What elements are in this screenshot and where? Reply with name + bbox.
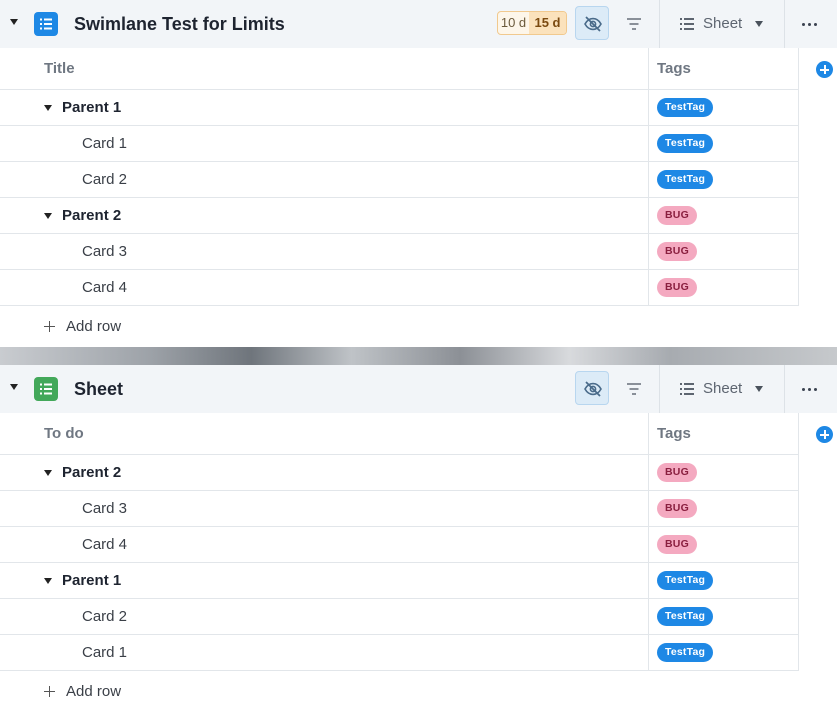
plus-icon: [44, 686, 55, 697]
swimlane-panel: Swimlane Test for Limits 10 d 15 d Sheet…: [0, 0, 837, 347]
add-row-label: Add row: [66, 683, 122, 700]
panel-title[interactable]: Sheet: [74, 377, 123, 401]
view-selector[interactable]: Sheet: [672, 10, 772, 38]
card-title: Card 4: [82, 536, 128, 553]
tag-badge[interactable]: BUG: [657, 206, 697, 225]
more-dot: [808, 388, 811, 391]
list-icon: [34, 377, 58, 401]
more-dot: [808, 23, 811, 26]
plus-icon: [44, 321, 55, 332]
panel-header: Sheet Sheet: [0, 365, 837, 413]
more-dot: [802, 23, 805, 26]
hide-fields-button[interactable]: [575, 6, 609, 40]
filter-icon: [627, 383, 641, 395]
toolbar-divider: [784, 0, 785, 48]
collapse-caret-icon[interactable]: [10, 19, 18, 25]
more-dot: [814, 23, 817, 26]
column-divider: [798, 413, 799, 671]
expand-caret-icon[interactable]: [44, 105, 52, 111]
group-row[interactable]: Parent 2 BUG: [0, 198, 798, 234]
list-view-icon: [680, 383, 694, 395]
toolbar-divider: [659, 0, 660, 48]
hide-fields-button[interactable]: [575, 371, 609, 405]
tag-badge[interactable]: BUG: [657, 535, 697, 554]
card-title: Card 3: [82, 500, 128, 517]
toolbar-divider: [784, 365, 785, 413]
tag-badge[interactable]: TestTag: [657, 134, 714, 153]
eye-off-icon: [584, 381, 602, 397]
tag-badge[interactable]: TestTag: [657, 643, 714, 662]
more-options-button[interactable]: [796, 10, 824, 38]
column-divider: [798, 48, 799, 306]
group-label: Parent 2: [62, 464, 122, 481]
card-title: Card 1: [82, 135, 128, 152]
tag-badge[interactable]: TestTag: [657, 98, 714, 117]
table-row[interactable]: Card 2 TestTag: [0, 599, 798, 635]
more-dot: [802, 388, 805, 391]
column-header-title[interactable]: Title: [44, 48, 75, 90]
background-strip: [0, 347, 837, 365]
table-row[interactable]: Card 2 TestTag: [0, 162, 798, 198]
more-options-button[interactable]: [796, 375, 824, 403]
tag-badge[interactable]: BUG: [657, 499, 697, 518]
add-row-label: Add row: [66, 318, 122, 335]
view-selector[interactable]: Sheet: [672, 375, 772, 403]
table-row[interactable]: Card 4 BUG: [0, 270, 798, 306]
card-title: Card 2: [82, 171, 128, 188]
tag-badge[interactable]: BUG: [657, 242, 697, 261]
tag-badge[interactable]: TestTag: [657, 607, 714, 626]
eye-off-icon: [584, 16, 602, 32]
group-label: Parent 2: [62, 207, 122, 224]
tag-badge[interactable]: BUG: [657, 278, 697, 297]
table-row[interactable]: Card 3 BUG: [0, 491, 798, 527]
list-icon: [34, 12, 58, 36]
toolbar-divider: [659, 365, 660, 413]
group-row[interactable]: Parent 1 TestTag: [0, 563, 798, 599]
group-label: Parent 1: [62, 572, 122, 589]
card-title: Card 1: [82, 644, 128, 661]
filter-icon: [627, 18, 641, 30]
table-row[interactable]: Card 1 TestTag: [0, 635, 798, 671]
sheet-panel: Sheet Sheet To do Tags Parent 2 BUG Card 3…: [0, 365, 837, 712]
filter-button[interactable]: [620, 375, 648, 403]
column-header-title[interactable]: To do: [44, 413, 84, 455]
card-title: Card 2: [82, 608, 128, 625]
card-title: Card 4: [82, 279, 128, 296]
chevron-down-icon: [755, 386, 763, 392]
list-view-icon: [680, 18, 694, 30]
panel-title[interactable]: Swimlane Test for Limits: [74, 12, 285, 36]
add-column-button[interactable]: [816, 426, 833, 443]
card-title: Card 3: [82, 243, 128, 260]
expand-caret-icon[interactable]: [44, 578, 52, 584]
time-limit: 15 d: [529, 12, 566, 34]
tag-badge[interactable]: TestTag: [657, 571, 714, 590]
table-row[interactable]: Card 3 BUG: [0, 234, 798, 270]
filter-button[interactable]: [620, 10, 648, 38]
chevron-down-icon: [755, 21, 763, 27]
view-label: Sheet: [703, 15, 743, 32]
time-limit-badge: 10 d 15 d: [497, 11, 567, 35]
column-header-tags[interactable]: Tags: [657, 413, 691, 455]
tag-badge[interactable]: BUG: [657, 463, 697, 482]
column-header-tags[interactable]: Tags: [657, 48, 691, 90]
add-column-button[interactable]: [816, 61, 833, 78]
table-row[interactable]: Card 4 BUG: [0, 527, 798, 563]
view-label: Sheet: [703, 380, 743, 397]
table-row[interactable]: Card 1 TestTag: [0, 126, 798, 162]
tag-badge[interactable]: TestTag: [657, 170, 714, 189]
group-row[interactable]: Parent 1 TestTag: [0, 90, 798, 126]
time-estimate: 10 d: [500, 15, 527, 30]
group-row[interactable]: Parent 2 BUG: [0, 455, 798, 491]
panel-header: Swimlane Test for Limits 10 d 15 d Sheet: [0, 0, 837, 48]
add-row-button[interactable]: Add row: [0, 671, 837, 712]
expand-caret-icon[interactable]: [44, 470, 52, 476]
more-dot: [814, 388, 817, 391]
collapse-caret-icon[interactable]: [10, 384, 18, 390]
group-label: Parent 1: [62, 99, 122, 116]
add-row-button[interactable]: Add row: [0, 306, 837, 348]
expand-caret-icon[interactable]: [44, 213, 52, 219]
